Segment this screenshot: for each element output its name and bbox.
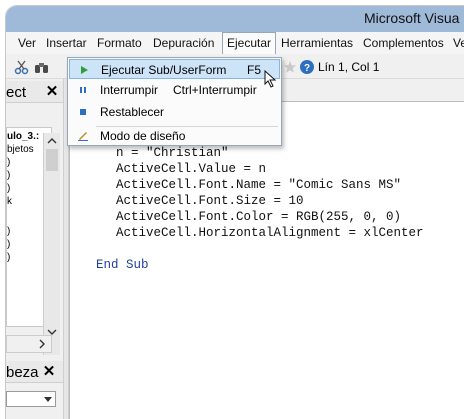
properties-header: beza ✕	[6, 361, 63, 383]
tree-item[interactable]: )	[7, 157, 10, 168]
toolbar-star-icon[interactable]	[282, 59, 298, 75]
play-icon	[81, 66, 88, 74]
vba-editor-window: Microsoft Visua Ver Insertar Formato Dep…	[5, 5, 464, 419]
code-editor[interactable]: n = "Christian" ActiveCell.Value = n Act…	[69, 101, 464, 419]
project-explorer-header: ect ✕	[6, 81, 63, 103]
menu-ejecutar[interactable]: Ejecutar	[222, 32, 277, 54]
window-title: Microsoft Visua	[364, 10, 460, 26]
menu-item-shortcut: F5	[247, 63, 262, 77]
menu-ejecutar-sub-userform[interactable]: Ejecutar Sub/UserForm F5	[69, 59, 280, 79]
tree-item[interactable]: )	[7, 239, 10, 250]
project-explorer-title: ect	[6, 84, 27, 101]
menu-item-label: Ejecutar Sub/UserForm	[101, 63, 227, 77]
menu-depuracion[interactable]: Depuración	[153, 36, 214, 50]
left-pane: ect ✕ ulo_3.: bjetos ) ) ) k ) ) ) beza …	[6, 79, 63, 419]
mouse-cursor-icon	[264, 70, 277, 88]
menu-item-shortcut: Ctrl+Interrumpir	[173, 83, 257, 97]
menu-herramientas[interactable]: Herramientas	[281, 36, 353, 50]
code-line: ActiveCell.HorizontalAlignment = xlCente…	[116, 226, 424, 240]
chevron-down-icon[interactable]	[43, 395, 53, 404]
cut-icon[interactable]	[14, 59, 30, 75]
tree-item[interactable]: )	[7, 183, 10, 194]
menu-item-label: Interrumpir	[100, 83, 159, 97]
menu-ver[interactable]: Ver	[18, 36, 36, 50]
help-icon[interactable]: ?	[299, 59, 315, 75]
tree-item[interactable]: ulo_3.:	[7, 131, 39, 142]
menu-modo-diseno[interactable]: Modo de diseño	[69, 126, 280, 146]
pause-icon	[80, 87, 86, 93]
stop-icon	[80, 109, 86, 115]
menu-ventana[interactable]: Ve	[453, 36, 464, 50]
scroll-up-icon[interactable]	[47, 136, 57, 146]
menu-formato[interactable]: Formato	[97, 36, 142, 50]
tree-item[interactable]: )	[7, 226, 10, 237]
menu-complementos[interactable]: Complementos	[363, 36, 444, 50]
close-project-pane-icon[interactable]: ✕	[44, 84, 60, 100]
tree-item[interactable]: )	[7, 170, 10, 181]
cursor-position: Lín 1, Col 1	[318, 60, 380, 74]
properties-title: beza	[6, 364, 39, 381]
svg-text:?: ?	[304, 63, 310, 74]
design-mode-icon	[78, 132, 88, 141]
ejecutar-dropdown-menu: Ejecutar Sub/UserForm F5 Interrumpir Ctr…	[67, 57, 282, 146]
scroll-thumb[interactable]	[46, 149, 58, 171]
keyword-sub: Sub	[126, 258, 149, 272]
menu-interrumpir[interactable]: Interrumpir Ctrl+Interrumpir	[69, 80, 280, 100]
tree-item[interactable]: )	[7, 252, 10, 263]
scroll-right-icon[interactable]	[37, 339, 47, 349]
code-line: ActiveCell.Font.Name = "Comic Sans MS"	[116, 178, 402, 192]
menu-insertar[interactable]: Insertar	[46, 36, 87, 50]
menu-restablecer[interactable]: Restablecer	[69, 102, 280, 122]
project-horizontal-scrollbar[interactable]	[6, 335, 52, 353]
code-line: n = "Christian"	[116, 146, 229, 160]
title-bar: Microsoft Visua	[6, 6, 464, 32]
code-line-end-sub: End Sub	[96, 258, 149, 272]
close-properties-pane-icon[interactable]: ✕	[41, 364, 57, 380]
tree-item[interactable]: bjetos	[7, 144, 34, 155]
binoculars-icon[interactable]	[34, 59, 50, 75]
tree-item[interactable]: k	[7, 196, 12, 207]
project-vertical-scrollbar[interactable]	[43, 133, 60, 355]
code-line: ActiveCell.Value = n	[116, 162, 267, 176]
menu-item-label: Modo de diseño	[100, 129, 186, 143]
code-line: ActiveCell.Font.Size = 10	[116, 194, 304, 208]
menu-item-label: Restablecer	[100, 105, 165, 119]
code-line: ActiveCell.Font.Color = RGB(255, 0, 0)	[116, 210, 402, 224]
properties-object-dropdown[interactable]	[6, 391, 56, 407]
keyword-end: End	[96, 258, 119, 272]
menu-bar: Ver Insertar Formato Depuración Ejecutar…	[6, 32, 464, 54]
